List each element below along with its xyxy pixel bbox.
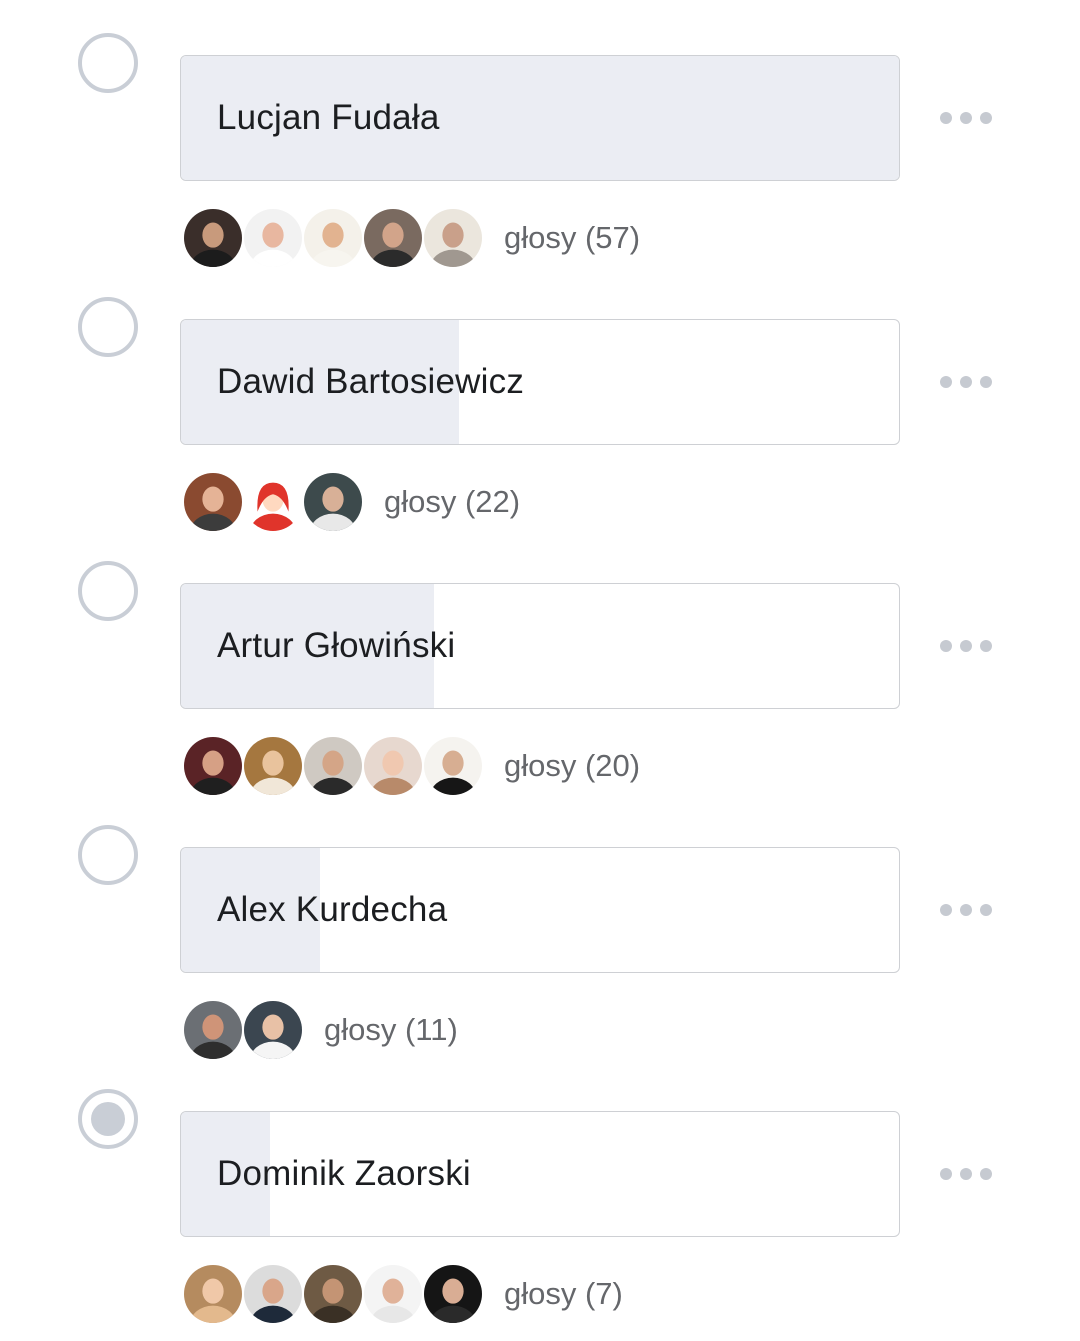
dot — [960, 376, 972, 388]
voter-avatar[interactable] — [182, 735, 244, 797]
poll-option: Dawid Bartosiewicz głosy (22) — [0, 264, 1080, 533]
vote-count-link[interactable]: głosy (7) — [504, 1276, 623, 1312]
voter-avatar[interactable] — [422, 1263, 484, 1325]
voters-row: głosy (57) — [182, 205, 640, 271]
poll-option-bar[interactable]: Lucjan Fudała — [180, 55, 900, 181]
poll-option: Alex Kurdecha głosy (11) — [0, 792, 1080, 1061]
poll-option-bar[interactable]: Dawid Bartosiewicz — [180, 319, 900, 445]
dot — [940, 1168, 952, 1180]
more-options-icon[interactable] — [940, 1164, 992, 1184]
voter-avatar[interactable] — [422, 207, 484, 269]
dot — [960, 640, 972, 652]
voter-avatar[interactable] — [182, 1263, 244, 1325]
vote-count-link[interactable]: głosy (11) — [324, 1012, 458, 1048]
voter-avatar[interactable] — [182, 999, 244, 1061]
poll-option-name: Lucjan Fudała — [217, 98, 440, 137]
dot — [980, 640, 992, 652]
poll-option-name: Artur Głowiński — [217, 626, 456, 665]
voter-avatar[interactable] — [362, 735, 424, 797]
more-options-icon[interactable] — [940, 636, 992, 656]
voter-avatars — [182, 999, 304, 1061]
voter-avatar[interactable] — [242, 999, 304, 1061]
more-options-icon[interactable] — [940, 372, 992, 392]
voter-avatar[interactable] — [302, 207, 364, 269]
radio-selected-dot — [91, 1102, 125, 1136]
voter-avatar[interactable] — [302, 471, 364, 533]
poll-option-name: Alex Kurdecha — [217, 890, 448, 929]
voter-avatar[interactable] — [182, 471, 244, 533]
voter-avatar[interactable] — [242, 471, 304, 533]
voters-row: głosy (22) — [182, 469, 520, 535]
poll-option: Dominik Zaorski głosy (7) — [0, 1056, 1080, 1325]
dot — [940, 112, 952, 124]
poll-option-bar[interactable]: Dominik Zaorski — [180, 1111, 900, 1237]
dot — [980, 112, 992, 124]
voter-avatar[interactable] — [182, 207, 244, 269]
vote-count-link[interactable]: głosy (22) — [384, 484, 520, 520]
more-options-icon[interactable] — [940, 108, 992, 128]
voter-avatars — [182, 207, 484, 269]
radio-button-icon[interactable] — [78, 561, 138, 621]
dot — [980, 904, 992, 916]
voter-avatars — [182, 1263, 484, 1325]
voter-avatar[interactable] — [362, 207, 424, 269]
poll-option: Artur Głowiński głosy (20) — [0, 528, 1080, 797]
dot — [960, 1168, 972, 1180]
more-options-icon[interactable] — [940, 900, 992, 920]
dot — [940, 640, 952, 652]
radio-button-icon[interactable] — [78, 825, 138, 885]
voter-avatar[interactable] — [302, 735, 364, 797]
poll-option-bar[interactable]: Artur Głowiński — [180, 583, 900, 709]
voter-avatars — [182, 735, 484, 797]
radio-button-icon[interactable] — [78, 297, 138, 357]
voters-row: głosy (20) — [182, 733, 640, 799]
radio-button-icon[interactable] — [78, 33, 138, 93]
voter-avatar[interactable] — [242, 207, 304, 269]
vote-count-link[interactable]: głosy (20) — [504, 748, 640, 784]
voters-row: głosy (7) — [182, 1261, 623, 1327]
dot — [940, 904, 952, 916]
poll-option-name: Dominik Zaorski — [217, 1154, 471, 1193]
voter-avatar[interactable] — [422, 735, 484, 797]
voter-avatar[interactable] — [362, 1263, 424, 1325]
voters-row: głosy (11) — [182, 997, 458, 1063]
poll-option-bar[interactable]: Alex Kurdecha — [180, 847, 900, 973]
voter-avatar[interactable] — [242, 1263, 304, 1325]
radio-button-icon[interactable] — [78, 1089, 138, 1149]
dot — [980, 1168, 992, 1180]
voter-avatar[interactable] — [302, 1263, 364, 1325]
dot — [980, 376, 992, 388]
voter-avatar[interactable] — [242, 735, 304, 797]
voter-avatars — [182, 471, 364, 533]
dot — [960, 112, 972, 124]
dot — [960, 904, 972, 916]
poll-option: Lucjan Fudała głosy (57) — [0, 0, 1080, 269]
dot — [940, 376, 952, 388]
poll-option-name: Dawid Bartosiewicz — [217, 362, 525, 401]
vote-count-link[interactable]: głosy (57) — [504, 220, 640, 256]
